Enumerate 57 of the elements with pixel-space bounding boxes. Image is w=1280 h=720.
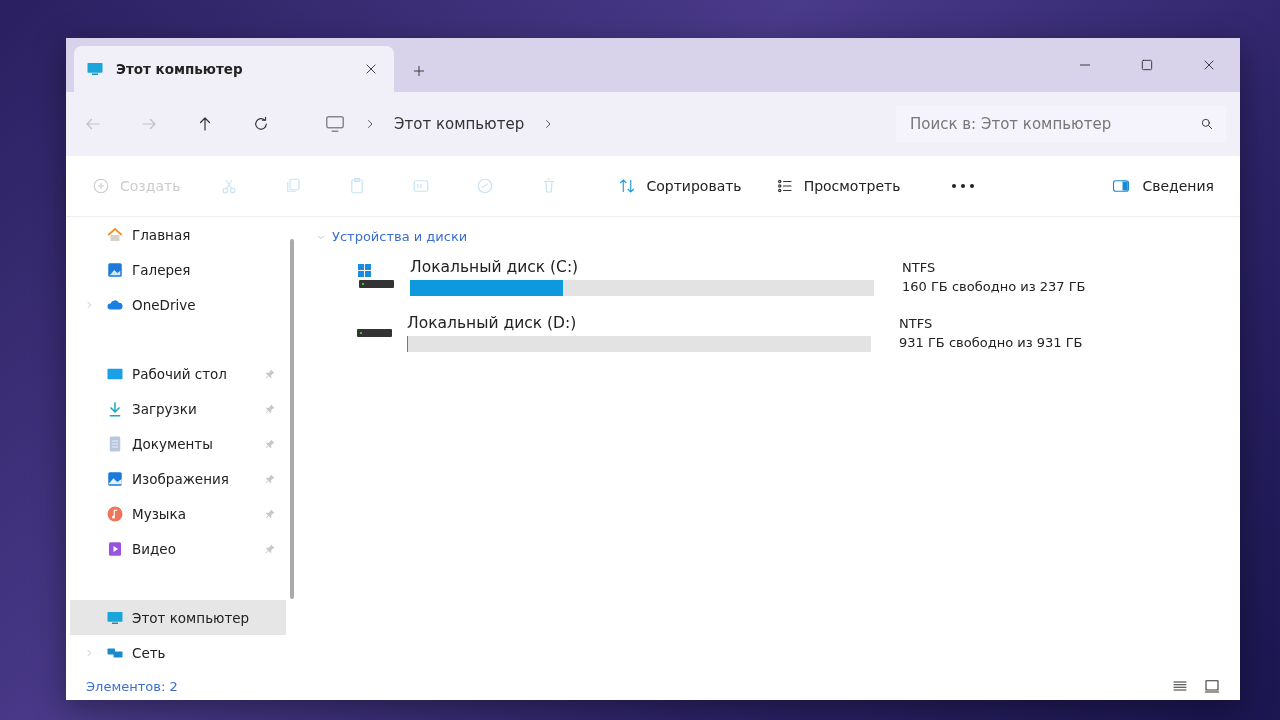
video-icon	[106, 539, 124, 558]
pin-icon	[264, 507, 276, 520]
hard-drive-icon	[356, 328, 393, 338]
sidebar-item[interactable]: Галерея	[70, 252, 286, 287]
sidebar-item[interactable]: Документы	[70, 426, 286, 461]
close-icon	[1202, 58, 1216, 72]
maximize-icon	[1140, 58, 1154, 72]
more-icon	[950, 182, 975, 190]
search-icon	[1200, 117, 1214, 131]
chevron-right-icon	[84, 299, 94, 310]
sidebar-item[interactable]: Этот компьютер	[70, 600, 286, 635]
search-field[interactable]: Поиск в: Этот компьютер	[908, 114, 1200, 134]
sidebar-item[interactable]: Музыка	[70, 496, 286, 531]
sort-button[interactable]: Сортировать	[610, 171, 750, 201]
pin-icon	[264, 437, 276, 450]
plus-circle-icon	[92, 177, 110, 195]
sidebar-item[interactable]: Загрузки	[70, 391, 286, 426]
filesystem-label: NTFS	[899, 316, 934, 331]
music-note-icon	[106, 504, 124, 523]
free-space-label: 160 ГБ свободно из 237 ГБ	[902, 279, 1086, 294]
window-tab[interactable]: Этот компьютер	[74, 46, 394, 92]
breadcrumb-item[interactable]: Этот компьютер	[394, 115, 525, 133]
plus-icon	[412, 64, 426, 78]
sidebar-item[interactable]: OneDrive	[70, 287, 286, 322]
house-icon	[106, 225, 124, 244]
drive-name[interactable]: Локальный диск (C:)	[410, 258, 874, 276]
scissors-icon	[220, 177, 239, 195]
gallery-icon	[106, 260, 124, 279]
pin-icon	[264, 472, 276, 485]
pin-icon	[264, 542, 276, 555]
sidebar-item[interactable]: Главная	[70, 217, 286, 252]
refresh-icon	[252, 115, 270, 133]
sidebar-item[interactable]: Рабочий стол	[70, 356, 286, 391]
sidebar-item[interactable]: Изображения	[70, 461, 286, 496]
scrollbar[interactable]	[290, 239, 294, 599]
list-view-icon	[775, 177, 794, 195]
close-icon	[364, 62, 378, 76]
monitor-icon	[86, 60, 104, 78]
tiles-view-icon	[1204, 678, 1220, 694]
details-view-icon	[1172, 678, 1188, 694]
search-box[interactable]: Поиск в: Этот компьютер	[896, 106, 1226, 142]
chevron-right-icon	[84, 647, 94, 658]
sort-arrows-icon	[618, 177, 637, 195]
view-button[interactable]: Просмотреть	[767, 171, 909, 201]
picture-icon	[106, 469, 124, 488]
free-space-label: 931 ГБ свободно из 931 ГБ	[899, 335, 1083, 350]
sidebar-item[interactable]: Сеть	[70, 635, 286, 670]
filesystem-label: NTFS	[902, 260, 937, 275]
section-header[interactable]: Устройства и диски	[332, 229, 468, 244]
sidebar-item[interactable]: Видео	[70, 531, 286, 566]
pin-icon	[264, 402, 276, 415]
pin-icon	[264, 367, 276, 380]
drive-name[interactable]: Локальный диск (D:)	[407, 314, 871, 332]
copy-icon	[284, 177, 303, 195]
item-count: Элементов: 2	[86, 678, 179, 694]
details-button[interactable]: Сведения	[1102, 171, 1222, 201]
monitor-icon	[324, 113, 346, 135]
